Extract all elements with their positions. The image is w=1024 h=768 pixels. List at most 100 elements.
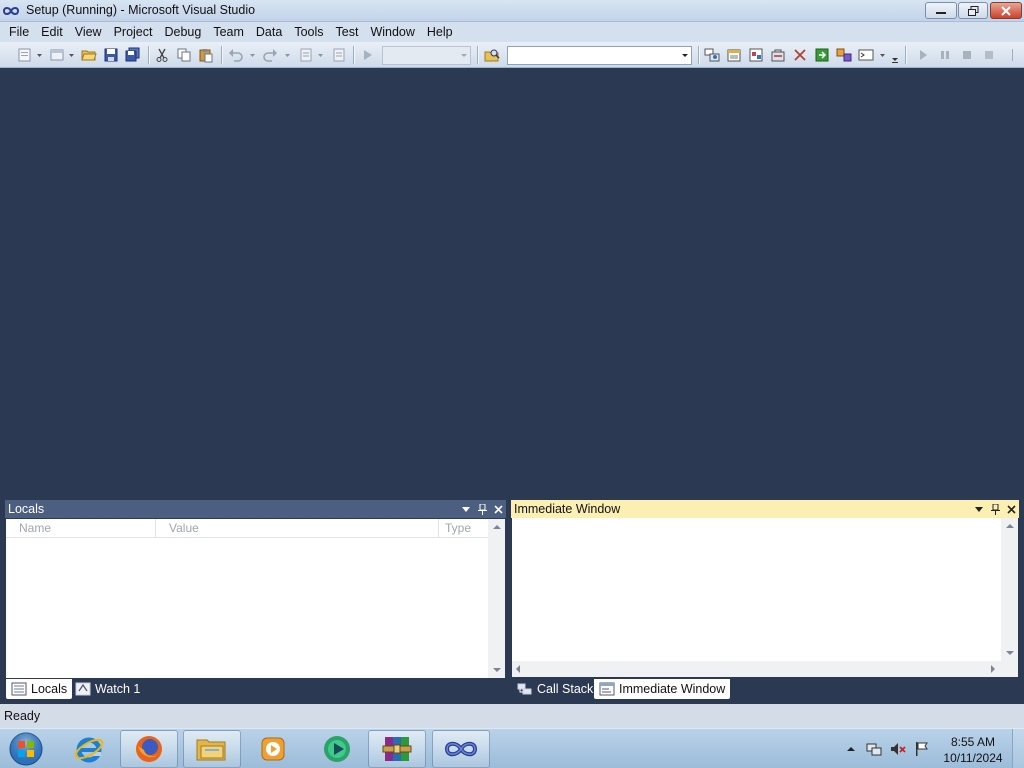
window-position-button[interactable] xyxy=(458,501,474,517)
action-center-flag-icon[interactable] xyxy=(914,741,930,757)
save-icon[interactable] xyxy=(103,47,119,63)
network-icon[interactable] xyxy=(866,741,882,757)
toolbox-icon[interactable] xyxy=(770,47,786,63)
restart-icon[interactable] xyxy=(981,47,997,63)
menu-window[interactable]: Window xyxy=(364,22,420,42)
immediate-horizontal-scrollbar[interactable] xyxy=(512,661,1001,677)
show-hidden-icons-icon[interactable] xyxy=(843,741,859,757)
scroll-up-icon[interactable] xyxy=(493,525,501,529)
save-all-icon[interactable] xyxy=(125,47,141,63)
menu-file[interactable]: File xyxy=(3,22,35,42)
taskbar-green-media-app[interactable] xyxy=(308,730,366,768)
minimize-icon xyxy=(936,11,946,14)
menu-team[interactable]: Team xyxy=(207,22,250,42)
solution-configuration-dropdown[interactable] xyxy=(382,46,471,65)
locals-header: Locals xyxy=(5,500,506,518)
auto-hide-button[interactable] xyxy=(987,501,1003,517)
menu-help[interactable]: Help xyxy=(421,22,459,42)
dropdown-arrow-icon[interactable] xyxy=(250,54,255,57)
find-combo-box[interactable] xyxy=(507,46,692,65)
immediate-vertical-scrollbar[interactable] xyxy=(1001,518,1018,661)
dropdown-arrow-icon[interactable] xyxy=(318,54,323,57)
solution-explorer-icon[interactable] xyxy=(704,47,720,63)
start-button[interactable] xyxy=(6,731,46,767)
copy-icon[interactable] xyxy=(176,47,192,63)
menu-tools[interactable]: Tools xyxy=(288,22,329,42)
show-desktop-button[interactable] xyxy=(1012,729,1024,768)
taskbar-media-player[interactable] xyxy=(244,730,302,768)
command-window-icon[interactable] xyxy=(858,47,874,63)
start-debugging-icon[interactable] xyxy=(360,47,376,63)
navigate-backward-icon[interactable] xyxy=(298,47,314,63)
menu-data[interactable]: Data xyxy=(250,22,288,42)
new-project-icon[interactable] xyxy=(17,47,33,63)
dropdown-arrow-icon[interactable] xyxy=(880,54,885,57)
dropdown-arrow-icon[interactable] xyxy=(69,54,74,57)
redo-icon[interactable] xyxy=(262,47,278,63)
chevron-down-icon xyxy=(682,54,688,57)
status-text: Ready xyxy=(4,709,41,723)
minimize-button[interactable] xyxy=(925,2,957,19)
break-all-icon[interactable] xyxy=(937,47,953,63)
close-pane-button[interactable] xyxy=(490,501,506,517)
undo-icon[interactable] xyxy=(228,47,244,63)
taskbar-file-explorer[interactable] xyxy=(183,730,241,768)
immediate-text-area[interactable] xyxy=(512,518,1001,661)
dropdown-arrow-icon[interactable] xyxy=(285,54,290,57)
menu-debug[interactable]: Debug xyxy=(158,22,207,42)
toolbar-separator xyxy=(353,46,354,64)
close-button[interactable] xyxy=(990,2,1022,19)
cut-icon[interactable] xyxy=(154,47,170,63)
tab-watch-1[interactable]: Watch 1 xyxy=(70,679,145,699)
window-position-button[interactable] xyxy=(971,501,987,517)
stop-debugging-icon[interactable] xyxy=(959,47,975,63)
toolbar-options-icon[interactable] xyxy=(890,47,900,63)
system-clock[interactable]: 8:55 AM 10/11/2024 xyxy=(938,734,1008,766)
add-item-icon[interactable] xyxy=(49,47,65,63)
clock-date: 10/11/2024 xyxy=(943,751,1003,765)
toolbar-separator xyxy=(477,46,478,64)
class-view-icon[interactable] xyxy=(836,47,852,63)
navigate-forward-icon[interactable] xyxy=(331,47,347,63)
dropdown-arrow-icon[interactable] xyxy=(37,54,42,57)
scroll-right-icon[interactable] xyxy=(991,665,995,673)
menu-test[interactable]: Test xyxy=(330,22,365,42)
object-browser-icon[interactable] xyxy=(748,47,764,63)
taskbar-firefox[interactable] xyxy=(120,730,178,768)
immediate-window: Immediate Window xyxy=(511,500,1019,679)
scroll-down-icon[interactable] xyxy=(493,668,501,672)
find-in-files-icon[interactable] xyxy=(484,47,500,63)
close-pane-button[interactable] xyxy=(1003,501,1019,517)
paste-icon[interactable] xyxy=(198,47,214,63)
window-title: Setup (Running) - Microsoft Visual Studi… xyxy=(26,3,256,17)
taskbar-visual-studio[interactable] xyxy=(432,730,490,768)
scroll-down-icon[interactable] xyxy=(1006,651,1014,655)
column-header-type[interactable]: Type xyxy=(439,519,493,537)
toolbar-separator xyxy=(905,46,906,64)
column-header-value[interactable]: Value xyxy=(156,519,439,537)
immediate-title: Immediate Window xyxy=(514,502,621,516)
taskbar-internet-explorer[interactable] xyxy=(60,730,118,768)
open-file-icon[interactable] xyxy=(81,47,97,63)
taskbar-winrar[interactable] xyxy=(368,730,426,768)
volume-muted-icon[interactable] xyxy=(890,741,906,757)
tab-call-stack[interactable]: Call Stack xyxy=(512,679,598,699)
continue-icon[interactable] xyxy=(915,47,931,63)
restore-button[interactable] xyxy=(958,2,988,19)
export-icon[interactable] xyxy=(814,47,830,63)
properties-window-icon[interactable] xyxy=(726,47,742,63)
tools-icon[interactable] xyxy=(792,47,808,63)
scroll-left-icon[interactable] xyxy=(516,665,520,673)
locals-vertical-scrollbar[interactable] xyxy=(488,519,505,678)
tab-locals[interactable]: Locals xyxy=(6,679,73,699)
scroll-up-icon[interactable] xyxy=(1006,524,1014,528)
toolbar-overflow-icon[interactable] xyxy=(1008,47,1018,63)
menu-view[interactable]: View xyxy=(69,22,108,42)
tab-immediate-window[interactable]: Immediate Window xyxy=(594,679,731,699)
menu-project[interactable]: Project xyxy=(108,22,159,42)
immediate-header: Immediate Window xyxy=(511,500,1019,518)
menu-edit[interactable]: Edit xyxy=(35,22,69,42)
auto-hide-button[interactable] xyxy=(474,501,490,517)
column-header-name[interactable]: Name xyxy=(6,519,156,537)
toolbar-separator xyxy=(148,46,149,64)
